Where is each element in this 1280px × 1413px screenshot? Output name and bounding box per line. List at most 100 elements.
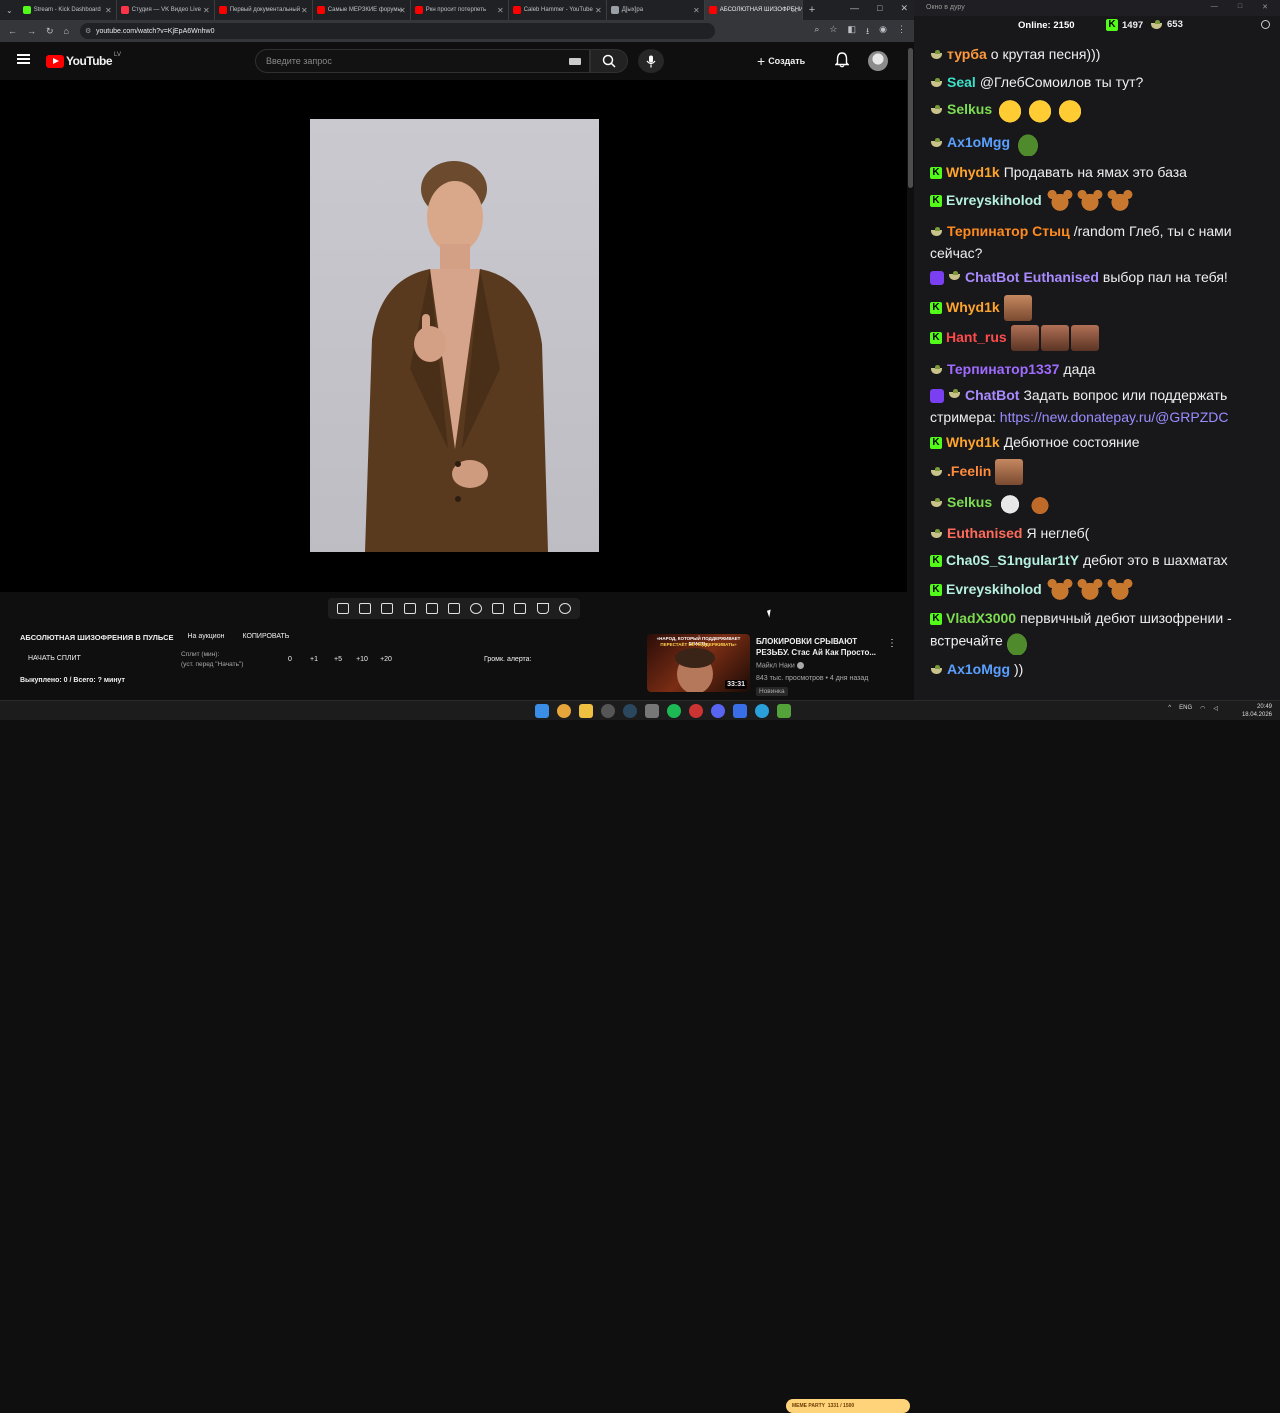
chat-username[interactable]: VladX3000 [946, 610, 1016, 626]
auction-button[interactable]: На аукцион [188, 633, 225, 642]
recommended-channel[interactable]: Майкл Наки [756, 662, 804, 669]
back-icon[interactable]: ← [8, 26, 17, 36]
tab-close-icon[interactable]: ✕ [105, 6, 112, 15]
scroll-thumb[interactable] [908, 48, 913, 188]
meme-party-widget[interactable]: MEME PARTY 1331 / 1500 [786, 1399, 910, 1413]
chat-username[interactable]: Терпинатор Стыц [947, 223, 1070, 239]
reload-icon[interactable]: ↻ [46, 26, 54, 37]
chat-username[interactable]: Терпинатор1337 [947, 361, 1059, 377]
chat-username[interactable]: Evreyskiholod [946, 192, 1042, 208]
chat-minimize-icon[interactable]: — [1211, 3, 1218, 11]
close-window-icon[interactable]: ✕ [900, 3, 908, 14]
chat-username[interactable]: турба [947, 46, 987, 62]
camera-icon[interactable] [514, 603, 527, 614]
chat-username[interactable]: Cha0S_S1ngular1tY [946, 552, 1079, 568]
forward-icon[interactable]: → [27, 26, 36, 36]
chat-username[interactable]: ChatBot [965, 387, 1019, 403]
minimize-icon[interactable]: — [850, 3, 859, 14]
loop-icon[interactable] [337, 603, 350, 614]
browser-tab[interactable]: Д[ых]ра ✕ [607, 0, 705, 20]
film-strip-icon[interactable] [447, 603, 460, 614]
recommended-thumbnail[interactable]: «НАРОД, КОТОРЫЙ ПОДДЕРЖИВАЕТ ВЛАСТЬ, ПЕР… [647, 634, 750, 692]
browser-tab[interactable]: Первый документальный ✕ [215, 0, 313, 20]
new-tab-button[interactable]: + [809, 4, 815, 16]
discord-icon[interactable] [711, 704, 725, 718]
tab-search-icon[interactable]: ⌄ [0, 6, 19, 15]
search-button[interactable] [590, 49, 628, 73]
tab-close-icon[interactable]: ✕ [497, 6, 504, 15]
obs-icon[interactable] [601, 704, 615, 718]
chrome-icon[interactable] [557, 704, 571, 718]
system-clock[interactable]: 20:49 18.04.2026 [1242, 703, 1272, 719]
account-avatar[interactable] [868, 51, 888, 71]
chat-username[interactable]: Whyd1k [946, 434, 1000, 450]
app-green-icon[interactable] [777, 704, 791, 718]
chat-username[interactable]: ChatBot [965, 269, 1019, 285]
add-5-button[interactable]: +5 [326, 656, 350, 663]
settings-app-icon[interactable] [645, 704, 659, 718]
broadcast-icon[interactable] [359, 603, 372, 614]
more-options-icon[interactable]: ⋮ [887, 638, 897, 649]
add-clip-icon[interactable] [492, 603, 505, 614]
tab-close-icon[interactable]: ✕ [791, 6, 798, 15]
chat-close-icon[interactable]: ✕ [1262, 3, 1268, 11]
search-input[interactable]: Введите запрос [255, 49, 590, 73]
chat-username[interactable]: Whyd1k [946, 164, 1000, 180]
youtube-logo[interactable]: YouTube LV [46, 52, 121, 68]
chat-username[interactable]: Whyd1k [946, 299, 1000, 315]
tray-expand-icon[interactable]: ^ [1168, 705, 1171, 712]
browser-tab[interactable]: Самые МЕРЗКИЕ форумы ✕ [313, 0, 411, 20]
home-icon[interactable]: ⌂ [64, 26, 69, 36]
language-indicator[interactable]: ENG [1179, 705, 1192, 712]
tab-close-icon[interactable]: ✕ [301, 6, 308, 15]
profile-icon[interactable]: ◉ [879, 24, 887, 40]
copy-button[interactable]: КОПИРОВАТЬ [242, 633, 289, 642]
create-button[interactable]: + Создать [757, 52, 805, 70]
add-20-button[interactable]: +20 [374, 656, 398, 663]
mentioned-username[interactable]: Euthanised [1023, 269, 1098, 285]
steam-icon[interactable] [623, 704, 637, 718]
download-icon[interactable]: ⭳ [866, 24, 869, 40]
donate-link[interactable]: https://new.donatepay.ru/@GRPZDC [1000, 409, 1229, 425]
bookmark-star-icon[interactable]: ☆ [829, 24, 837, 40]
picture-in-picture-icon[interactable] [425, 603, 438, 614]
clapperboard-icon[interactable] [403, 603, 416, 614]
chat-scrollbar[interactable] [1276, 40, 1280, 692]
chat-username[interactable]: Hant_rus [946, 329, 1007, 345]
start-split-button[interactable]: НАЧАТЬ СПЛИТ [28, 655, 81, 662]
chat-username[interactable]: Euthanised [947, 525, 1022, 541]
tab-close-icon[interactable]: ✕ [595, 6, 602, 15]
telegram-icon[interactable] [755, 704, 769, 718]
explorer-icon[interactable] [579, 704, 593, 718]
flask-icon[interactable] [536, 603, 549, 614]
hamburger-menu-icon[interactable] [17, 54, 30, 64]
browser-tab[interactable]: АБСОЛЮТНАЯ ШИЗОФРЕНИЯ ✕ [704, 0, 803, 20]
chat-username[interactable]: Ax1oMgg [947, 661, 1010, 677]
chat-username[interactable]: Selkus [947, 101, 992, 117]
chat-username[interactable]: Selkus [947, 494, 992, 510]
volume-icon[interactable]: ◁ [1213, 705, 1218, 712]
chat-username[interactable]: Evreyskiholod [946, 581, 1042, 597]
notifications-button[interactable] [834, 52, 850, 73]
tab-close-icon[interactable]: ✕ [693, 6, 700, 15]
voice-search-button[interactable] [638, 49, 664, 73]
site-info-icon[interactable]: ⚙ [85, 27, 91, 35]
zoom-icon[interactable]: ⌕ [814, 24, 819, 40]
maximize-icon[interactable]: □ [877, 3, 882, 14]
browser-tab[interactable]: Ркн просит потерпеть ✕ [411, 0, 509, 20]
chat-username[interactable]: Ax1oMgg [947, 134, 1010, 150]
start-icon[interactable] [535, 704, 549, 718]
video-player[interactable] [0, 80, 907, 592]
split-value[interactable]: 0 [278, 656, 302, 663]
add-1-button[interactable]: +1 [302, 656, 326, 663]
browser-tab[interactable]: Студия — VK Видео Live ✕ [117, 0, 215, 20]
tab-close-icon[interactable]: ✕ [203, 6, 210, 15]
url-field[interactable]: ⚙ youtube.com/watch?v=KjEpA6Wnhw0 [80, 23, 715, 39]
tab-close-icon[interactable]: ✕ [399, 6, 406, 15]
app-red-icon[interactable] [689, 704, 703, 718]
chat-maximize-icon[interactable]: □ [1238, 3, 1242, 11]
chat-settings-icon[interactable] [1261, 20, 1270, 29]
media-player-icon[interactable] [733, 704, 747, 718]
browser-tab[interactable]: Caleb Hammer - YouTube ✕ [509, 0, 607, 20]
keyboard-icon[interactable] [569, 58, 581, 65]
